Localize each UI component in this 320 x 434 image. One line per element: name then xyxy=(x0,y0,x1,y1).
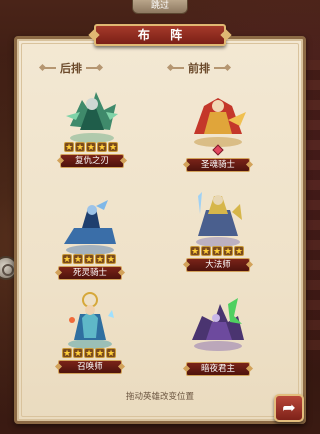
star-icon: ★ xyxy=(234,246,244,257)
panel-title: 布 阵 xyxy=(94,24,226,46)
ornament-left-icon xyxy=(42,67,56,69)
hero-portrait-icon xyxy=(66,92,118,143)
star-icon: ★ xyxy=(212,246,222,257)
ornament-right-icon xyxy=(214,67,228,69)
star-icon: ★ xyxy=(73,348,83,359)
front-row-label: 前排 xyxy=(188,62,210,75)
ornament-left-icon xyxy=(170,67,184,69)
star-rating: ★ ★ ★ ★ ★ xyxy=(190,246,244,257)
back-row-label: 后排 xyxy=(60,62,82,75)
hero-name: 大法师 xyxy=(186,258,250,272)
star-icon: ★ xyxy=(108,142,118,153)
star-icon: ★ xyxy=(75,142,85,153)
hero-name: 死灵骑士 xyxy=(58,266,122,280)
hero-name: 暗夜君主 xyxy=(186,362,250,376)
hero-slot-back-3[interactable]: ★ ★ ★ ★ ★ 召唤师 xyxy=(48,292,132,382)
star-rating: ★ ★ ★ ★ ★ xyxy=(64,142,118,153)
star-icon: ★ xyxy=(223,246,233,257)
star-icon: ★ xyxy=(64,142,74,153)
star-icon: ★ xyxy=(73,254,83,265)
hero-slot-front-3[interactable]: 暗夜君主 xyxy=(176,294,260,384)
hero-portrait-icon xyxy=(68,292,114,349)
star-icon: ★ xyxy=(84,348,94,359)
ornament-right-icon xyxy=(86,67,100,69)
star-icon: ★ xyxy=(190,246,200,257)
front-row-header: 前排 xyxy=(170,61,228,75)
star-icon: ★ xyxy=(95,254,105,265)
hero-slot-back-1[interactable]: ★ ★ ★ ★ ★ 复仇之刃 xyxy=(50,86,134,176)
hero-slot-front-1[interactable]: 圣魂骑士 xyxy=(176,90,260,180)
star-icon: ★ xyxy=(106,348,116,359)
hero-portrait-icon xyxy=(192,298,244,351)
hero-name: 召唤师 xyxy=(58,360,122,374)
star-rating: ★ ★ ★ ★ ★ xyxy=(62,348,116,359)
skip-button[interactable]: 跳过 xyxy=(132,0,188,14)
star-icon: ★ xyxy=(84,254,94,265)
back-row-header: 后排 xyxy=(42,61,100,75)
star-icon: ★ xyxy=(106,254,116,265)
star-icon: ★ xyxy=(62,348,72,359)
hero-name: 复仇之刃 xyxy=(60,154,124,168)
star-icon: ★ xyxy=(201,246,211,257)
star-rating: ★ ★ ★ ★ ★ xyxy=(62,254,116,265)
hero-portrait-icon xyxy=(194,98,246,147)
drag-hint-text: 拖动英雄改变位置 xyxy=(125,392,194,402)
star-icon: ★ xyxy=(97,142,107,153)
star-icon: ★ xyxy=(86,142,96,153)
hero-portrait-icon xyxy=(64,200,116,255)
star-icon: ★ xyxy=(62,254,72,265)
star-icon: ★ xyxy=(95,348,105,359)
hero-name: 圣魂骑士 xyxy=(186,158,250,172)
hero-slot-front-2[interactable]: ★ ★ ★ ★ ★ 大法师 xyxy=(176,190,260,280)
hero-slot-back-2[interactable]: ★ ★ ★ ★ ★ 死灵骑士 xyxy=(48,198,132,288)
return-arrow-icon[interactable]: ➦ xyxy=(274,394,304,422)
hero-portrait-icon xyxy=(196,192,242,247)
